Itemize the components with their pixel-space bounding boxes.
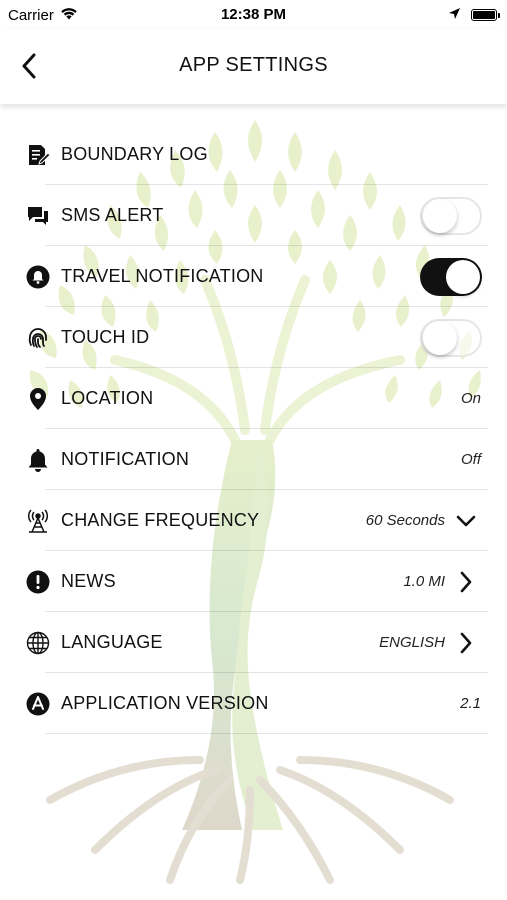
setting-sms-alert: SMS ALERT	[0, 185, 507, 246]
setting-label: LOCATION	[61, 388, 154, 408]
app-store-icon	[25, 691, 51, 717]
chat-bubbles-icon	[25, 203, 51, 229]
setting-change-frequency[interactable]: CHANGE FREQUENCY 60 Seconds	[0, 490, 507, 551]
setting-language[interactable]: LANGUAGE ENGLISH	[0, 612, 507, 673]
location-pin-icon	[25, 386, 51, 412]
battery-icon	[471, 9, 500, 21]
setting-label: CHANGE FREQUENCY	[61, 510, 260, 530]
page-title: APP SETTINGS	[179, 54, 328, 76]
bell-circle-icon	[25, 264, 51, 290]
chevron-down-icon[interactable]	[455, 510, 477, 532]
setting-notification[interactable]: NOTIFICATION Off	[0, 429, 507, 490]
setting-travel-notification: TRAVEL NOTIFICATION	[0, 246, 507, 307]
toggle-knob	[446, 259, 480, 294]
toggle-knob	[423, 320, 457, 355]
setting-label: BOUNDARY LOG	[61, 144, 208, 164]
setting-label: APPLICATION VERSION	[61, 693, 269, 713]
nav-bar: APP SETTINGS	[0, 30, 507, 104]
document-edit-icon	[25, 142, 51, 168]
travel-notification-toggle[interactable]	[420, 257, 482, 296]
globe-icon	[25, 630, 51, 656]
antenna-tower-icon	[25, 508, 51, 534]
setting-boundary-log[interactable]: BOUNDARY LOG	[0, 124, 507, 185]
setting-label: TOUCH ID	[61, 327, 150, 347]
setting-value: 2.1	[460, 695, 481, 712]
exclamation-circle-icon	[25, 569, 51, 595]
setting-label: NEWS	[61, 571, 116, 591]
status-time: 12:38 PM	[220, 6, 287, 23]
touch-id-toggle[interactable]	[420, 318, 482, 357]
setting-value: 60 Seconds	[365, 512, 445, 529]
setting-label: LANGUAGE	[61, 632, 163, 652]
setting-label: TRAVEL NOTIFICATION	[61, 266, 264, 286]
toggle-knob	[423, 198, 457, 233]
setting-news[interactable]: NEWS 1.0 MI	[0, 551, 507, 612]
fingerprint-icon	[25, 325, 51, 351]
setting-value: Off	[460, 451, 481, 468]
setting-label: SMS ALERT	[61, 205, 164, 225]
setting-touch-id: TOUCH ID	[0, 307, 507, 368]
setting-application-version: APPLICATION VERSION 2.1	[0, 673, 507, 734]
chevron-right-icon[interactable]	[455, 632, 477, 654]
setting-location[interactable]: LOCATION On	[0, 368, 507, 429]
setting-value: 1.0 MI	[403, 573, 445, 590]
status-bar: Carrier 12:38 PM	[0, 0, 507, 30]
setting-value: On	[460, 390, 481, 407]
setting-value: ENGLISH	[379, 634, 445, 651]
chevron-right-icon[interactable]	[455, 571, 477, 593]
bell-icon	[25, 447, 51, 473]
setting-label: NOTIFICATION	[61, 449, 190, 469]
settings-list: BOUNDARY LOG SMS ALERT TRAVEL NOTIFICATI…	[0, 124, 507, 734]
sms-alert-toggle[interactable]	[420, 196, 482, 235]
